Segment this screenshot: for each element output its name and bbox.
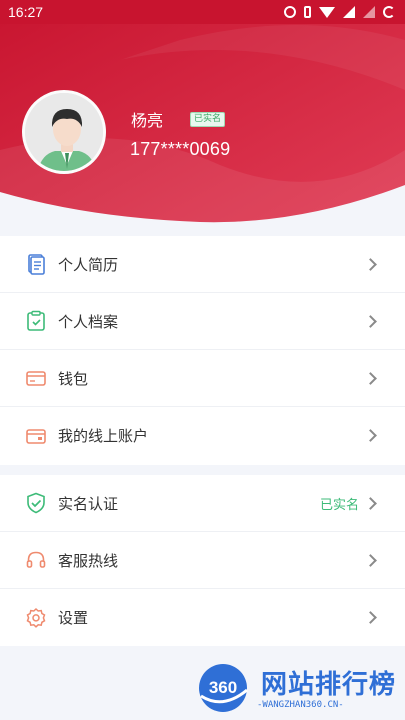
menu-item-real-name-auth[interactable]: 实名认证 已实名 — [0, 475, 405, 532]
menu-label: 设置 — [58, 609, 89, 627]
verified-badge: 已实名 — [190, 112, 226, 127]
menu-group-account: 实名认证 已实名 客服热线 设置 — [0, 475, 405, 646]
status-bar: 16:27 — [0, 0, 405, 24]
cell-signal-icon — [363, 6, 375, 18]
chevron-right-icon — [364, 314, 377, 328]
status-time: 16:27 — [8, 4, 44, 20]
user-phone: 177****0069 — [130, 139, 231, 159]
menu-label: 个人简历 — [58, 255, 119, 274]
resume-icon — [28, 254, 45, 275]
wallet-icon — [26, 371, 46, 386]
watermark-logo-text: 360 — [209, 678, 237, 697]
menu-item-settings[interactable]: 设置 — [0, 589, 405, 646]
watermark-logo-icon: 360 — [199, 664, 248, 712]
chevron-right-icon — [364, 553, 377, 567]
menu-item-online-account[interactable]: 我的线上账户 — [0, 407, 405, 464]
watermark: 360 网站排行榜 -WANGZHAN360.CN- — [195, 656, 405, 720]
cell-signal-icon — [343, 6, 355, 18]
chevron-right-icon — [364, 611, 377, 624]
menu-label: 实名认证 — [58, 494, 119, 513]
chevron-right-icon — [364, 257, 377, 271]
settings-icon — [26, 607, 46, 628]
online-account-icon — [26, 428, 46, 444]
menu-label: 个人档案 — [58, 312, 119, 331]
chevron-right-icon — [364, 429, 377, 442]
headset-icon — [26, 551, 46, 568]
menu-item-resume[interactable]: 个人简历 — [0, 236, 405, 293]
shield-check-icon — [27, 492, 45, 514]
menu-item-archive[interactable]: 个人档案 — [0, 293, 405, 350]
menu-item-customer-service[interactable]: 客服热线 — [0, 532, 405, 589]
verification-status: 已实名 — [319, 497, 359, 513]
chevron-right-icon — [364, 496, 377, 510]
watermark-title: 网站排行榜 — [261, 670, 397, 700]
watermark-subtitle: -WANGZHAN360.CN- — [257, 700, 344, 710]
alarm-icon — [284, 6, 296, 18]
battery-icon — [383, 6, 395, 18]
menu-group-profile: 个人简历 个人档案 钱包 我的线上账户 — [0, 236, 405, 465]
menu-label: 客服热线 — [58, 551, 119, 570]
menu-label: 我的线上账户 — [58, 427, 149, 445]
wifi-icon — [319, 6, 335, 18]
avatar[interactable] — [22, 90, 106, 174]
archive-icon — [27, 310, 45, 331]
chevron-right-icon — [364, 371, 377, 385]
user-name: 杨亮 — [131, 111, 164, 130]
menu-item-wallet[interactable]: 钱包 — [0, 350, 405, 407]
menu-label: 钱包 — [58, 369, 89, 388]
vibrate-icon — [304, 6, 311, 18]
status-icons — [284, 6, 395, 18]
